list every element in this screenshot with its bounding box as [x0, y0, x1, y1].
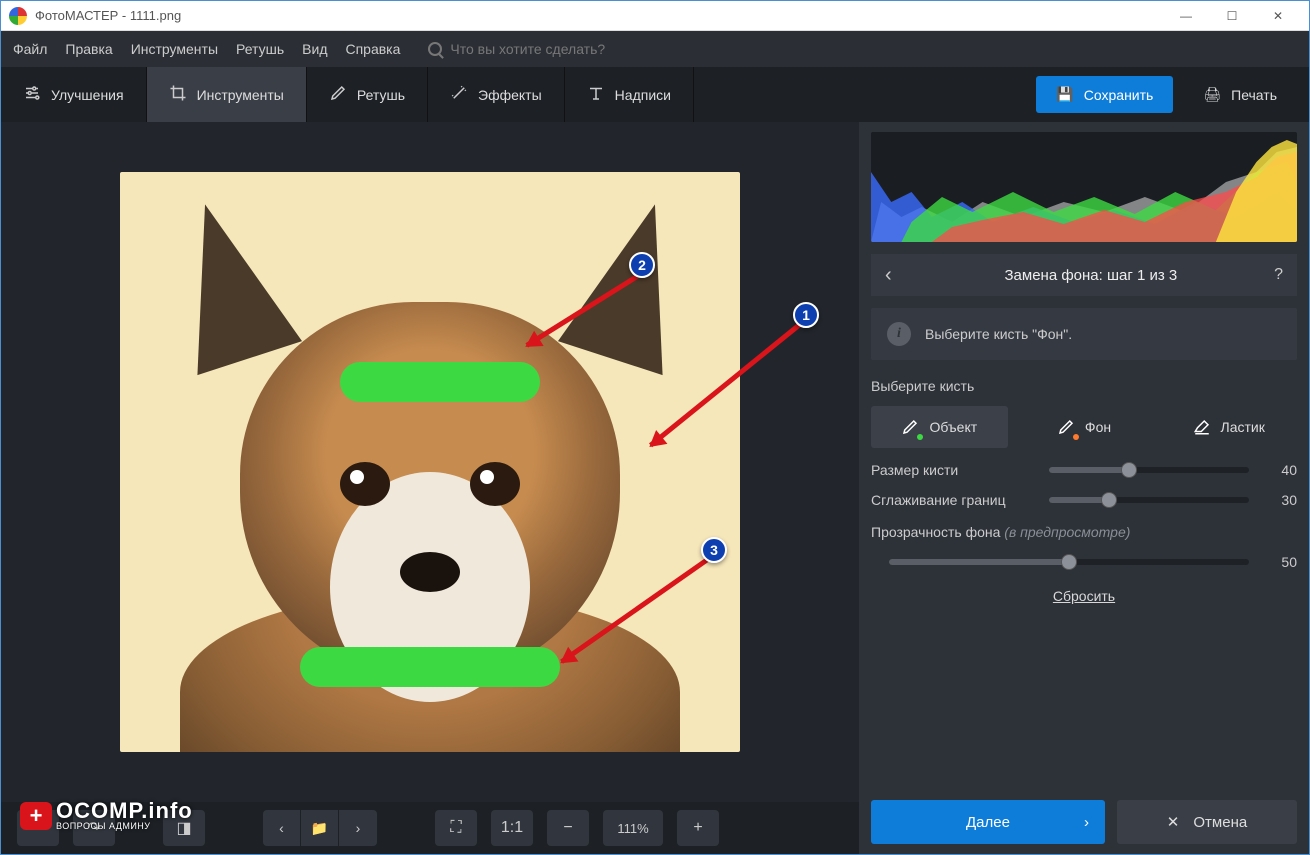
reset-link[interactable]: Сбросить — [871, 588, 1297, 604]
right-panel: ‹ Замена фона: шаг 1 из 3 ? i Выберите к… — [859, 122, 1309, 854]
open-folder-button[interactable]: 📁 — [301, 810, 339, 846]
window-close-button[interactable]: ✕ — [1255, 1, 1301, 31]
tool-tabs: Улучшения Инструменты Ретушь Эффекты Над… — [1, 67, 1309, 122]
hint-text: Выберите кисть "Фон". — [925, 326, 1072, 342]
slider-opacity-hint: (в предпросмотре) — [1004, 524, 1130, 540]
brush-eraser-label: Ластик — [1221, 419, 1265, 435]
tab-retouch-label: Ретушь — [357, 87, 405, 103]
sliders-icon — [23, 84, 41, 105]
cancel-button-label: Отмена — [1193, 814, 1247, 831]
info-icon: i — [887, 322, 911, 346]
slider-opacity-value: 50 — [1267, 554, 1297, 570]
annotation-marker-1: 1 — [793, 302, 819, 328]
canvas-viewport[interactable] — [1, 122, 859, 802]
file-nav-group: ‹ 📁 › — [263, 810, 377, 846]
slider-feather[interactable]: Сглаживание границ 30 — [871, 492, 1297, 508]
annotation-marker-3: 3 — [701, 537, 727, 563]
save-button-label: Сохранить — [1084, 87, 1154, 103]
tab-enhance[interactable]: Улучшения — [1, 67, 147, 122]
brush-icon — [329, 84, 347, 105]
print-icon: 🖨 — [1203, 86, 1221, 103]
window-minimize-button[interactable]: — — [1163, 1, 1209, 31]
tab-tools[interactable]: Инструменты — [147, 67, 307, 122]
menu-file[interactable]: Файл — [13, 41, 47, 57]
slider-size-value: 40 — [1267, 462, 1297, 478]
watermark-plus-icon: + — [20, 802, 52, 830]
tab-enhance-label: Улучшения — [51, 87, 124, 103]
brush-object-button[interactable]: Объект — [871, 406, 1008, 448]
next-button-label: Далее — [966, 814, 1010, 831]
tab-effects-label: Эффекты — [478, 87, 542, 103]
menu-edit[interactable]: Правка — [65, 41, 112, 57]
slider-feather-value: 30 — [1267, 492, 1297, 508]
slider-opacity-label: Прозрачность фона — [871, 524, 1000, 540]
slider-size-label: Размер кисти — [871, 462, 1031, 478]
menu-tools[interactable]: Инструменты — [131, 41, 218, 57]
watermark: + OCOMP.info ВОПРОСЫ АДМИНУ — [20, 800, 193, 831]
brush-object-icon — [901, 418, 919, 436]
search-box[interactable]: Что вы хотите сделать? — [428, 41, 605, 57]
slider-brush-size[interactable]: Размер кисти 40 — [871, 462, 1297, 478]
menu-help[interactable]: Справка — [345, 41, 400, 57]
brush-background-button[interactable]: Фон — [1016, 406, 1153, 448]
eraser-icon — [1193, 418, 1211, 436]
annotation-marker-2: 2 — [629, 252, 655, 278]
prev-file-button[interactable]: ‹ — [263, 810, 301, 846]
brush-object-label: Объект — [929, 419, 977, 435]
search-placeholder: Что вы хотите сделать? — [450, 41, 605, 57]
step-header: ‹ Замена фона: шаг 1 из 3 ? — [871, 254, 1297, 296]
search-icon — [428, 42, 442, 56]
slider-feather-label: Сглаживание границ — [871, 492, 1031, 508]
cancel-button[interactable]: ✕ Отмена — [1117, 800, 1297, 844]
brush-background-label: Фон — [1085, 419, 1111, 435]
step-title: Замена фона: шаг 1 из 3 — [908, 267, 1274, 284]
print-button[interactable]: 🖨 Печать — [1185, 76, 1295, 113]
next-button[interactable]: Далее › — [871, 800, 1105, 844]
step-back-button[interactable]: ‹ — [885, 264, 892, 287]
help-button[interactable]: ? — [1274, 266, 1283, 284]
watermark-subtitle: ВОПРОСЫ АДМИНУ — [56, 822, 193, 831]
slider-opacity-label-row: Прозрачность фона (в предпросмотре) — [871, 524, 1297, 540]
menu-retouch[interactable]: Ретушь — [236, 41, 284, 57]
tab-effects[interactable]: Эффекты — [428, 67, 565, 122]
print-button-label: Печать — [1231, 87, 1277, 103]
object-brush-stroke — [300, 647, 560, 687]
zoom-out-button[interactable]: − — [547, 810, 589, 846]
zoom-level[interactable]: 111% — [603, 810, 663, 846]
window-title: ФотоМАСТЕР - 1111.png — [35, 8, 181, 23]
crop-icon — [169, 84, 187, 105]
watermark-title: OCOMP.info — [56, 800, 193, 822]
save-button[interactable]: 💾 Сохранить — [1036, 76, 1173, 113]
chevron-right-icon: › — [1084, 814, 1089, 831]
tab-retouch[interactable]: Ретушь — [307, 67, 428, 122]
close-icon: ✕ — [1167, 813, 1180, 831]
titlebar: ФотоМАСТЕР - 1111.png — ☐ ✕ — [1, 1, 1309, 31]
next-file-button[interactable]: › — [339, 810, 377, 846]
zoom-actual-button[interactable]: 1:1 — [491, 810, 533, 846]
text-icon — [587, 84, 605, 105]
menu-view[interactable]: Вид — [302, 41, 327, 57]
window-maximize-button[interactable]: ☐ — [1209, 1, 1255, 31]
histogram — [871, 132, 1297, 242]
tab-tools-label: Инструменты — [197, 87, 284, 103]
zoom-in-button[interactable]: + — [677, 810, 719, 846]
slider-opacity[interactable]: 50 — [871, 554, 1297, 570]
tab-captions-label: Надписи — [615, 87, 671, 103]
hint-box: i Выберите кисть "Фон". — [871, 308, 1297, 360]
object-brush-stroke — [340, 362, 540, 402]
brush-eraser-button[interactable]: Ластик — [1160, 406, 1297, 448]
tab-captions[interactable]: Надписи — [565, 67, 694, 122]
brush-background-icon — [1057, 418, 1075, 436]
menubar: Файл Правка Инструменты Ретушь Вид Справ… — [1, 31, 1309, 67]
wand-icon — [450, 84, 468, 105]
app-logo-icon — [9, 7, 27, 25]
fit-screen-button[interactable]: ⛶ — [435, 810, 477, 846]
select-brush-label: Выберите кисть — [871, 378, 1297, 394]
save-icon: 💾 — [1056, 86, 1073, 103]
